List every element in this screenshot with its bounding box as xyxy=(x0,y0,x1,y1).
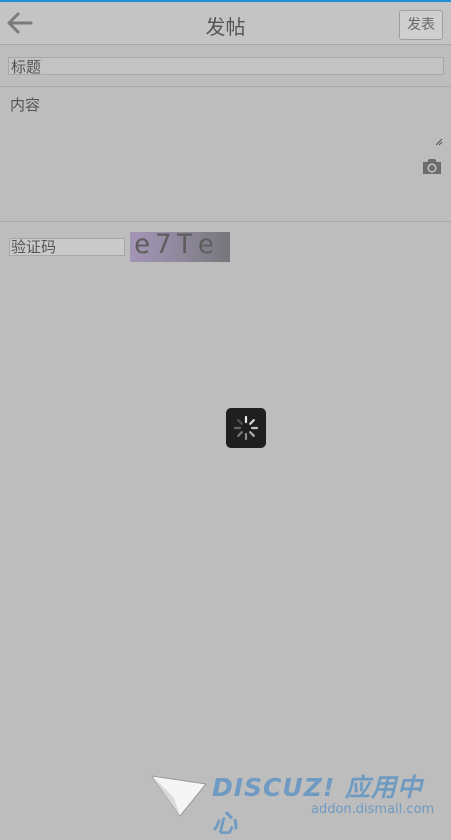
captcha-text: e7Te xyxy=(134,232,220,260)
watermark-url: addon.dismall.com xyxy=(311,802,435,817)
paper-plane-icon xyxy=(150,775,207,817)
divider xyxy=(0,86,451,87)
discuz-watermark: DISCUZ! 应用中心 addon.dismall.com xyxy=(150,770,445,838)
captcha-input[interactable]: 验证码 xyxy=(9,238,125,256)
camera-icon xyxy=(423,159,441,174)
content-textarea[interactable]: 内容 xyxy=(10,94,40,115)
loading-overlay xyxy=(226,408,266,448)
divider xyxy=(0,221,451,222)
header-bar: 发帖 发表 xyxy=(0,2,451,45)
title-input[interactable]: 标题 xyxy=(8,57,444,76)
page-title: 发帖 xyxy=(205,15,246,39)
resize-grip-icon[interactable] xyxy=(435,138,443,146)
camera-button[interactable] xyxy=(420,155,444,177)
publish-button[interactable]: 发表 xyxy=(399,10,443,40)
captcha-image[interactable]: e7Te xyxy=(130,232,230,262)
loading-spinner-icon xyxy=(233,415,259,441)
